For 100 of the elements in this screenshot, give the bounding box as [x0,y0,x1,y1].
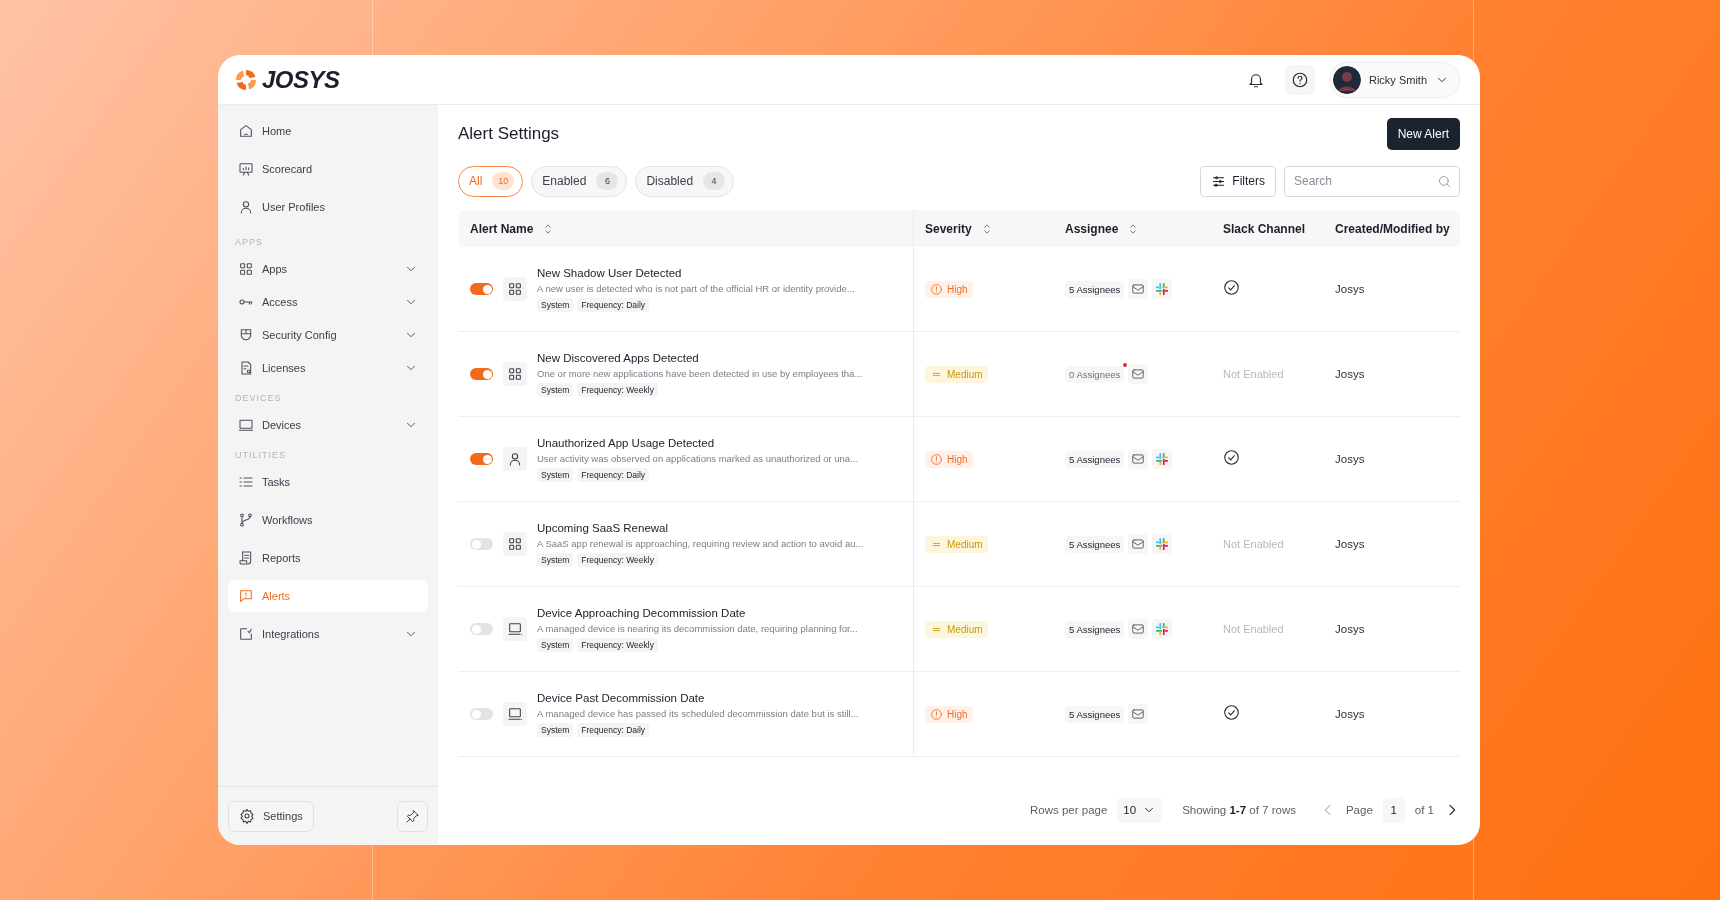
check-circle-icon [1223,703,1240,721]
tag: System [537,722,574,737]
home-icon [238,123,254,139]
help-icon [1290,70,1309,89]
help-button[interactable] [1284,64,1315,95]
column-header: Alert Name [470,221,534,236]
table-cell: Josys [1335,283,1365,295]
sidebar-item[interactable]: Workflows [228,504,428,536]
nav-section-heading: DEVICES [234,392,283,405]
avatar [1332,65,1361,94]
page-label: Page [1345,804,1373,816]
nav-section-heading: UTILITIES [234,449,287,462]
slack-logo-icon [1155,622,1170,636]
severity-label: Medium [947,368,983,380]
logo-icon [234,67,258,92]
tag: Frequency: Weekly [577,552,658,567]
search-field[interactable]: Search [1284,165,1460,197]
toggle-switch[interactable] [470,368,493,380]
column-header: Assignee [1065,221,1119,236]
sidebar-item[interactable]: Apps [228,253,428,285]
filter-tab[interactable]: Disabled 4 [635,165,735,197]
user-menu[interactable]: Ricky Smith [1328,61,1460,98]
sidebar-item[interactable]: Reports [228,542,428,574]
rows-per-page-select[interactable]: 10 [1117,797,1163,823]
shield-icon [238,327,254,343]
page-title: Alert Settings [458,124,560,144]
tag: System [537,552,574,567]
table-cell: Josys [1335,453,1365,465]
tag: System [537,637,574,652]
pin-icon [405,808,420,824]
assignee-count: 5 Assignees [1065,450,1125,468]
toggle-switch[interactable] [470,283,493,295]
exclamation-circle-icon [930,707,943,721]
count-badge: 10 [492,172,515,190]
sidebar-item[interactable]: User Profiles [228,191,428,223]
assignee-count: 5 Assignees [1065,535,1125,553]
tag: Frequency: Daily [577,722,650,737]
exclamation-circle-icon [930,282,943,296]
toggle-switch[interactable] [470,453,493,465]
assignee-count: 5 Assignees [1065,705,1125,723]
alert-description: One or more new applications have been detected in use by employees tha... [537,367,863,379]
sidebar-item[interactable]: Access [228,286,428,318]
alert-description: A new user is detected who is not part of the official HR or identity provide... [537,282,855,294]
column-header: Slack Channel [1223,221,1306,236]
table-cell: Josys [1335,368,1365,380]
alert-title: Unauthorized App Usage Detected [537,436,716,449]
alert-description: A managed device has passed its scheduled decommission date but is still... [537,707,859,719]
filters-button[interactable]: Filters [1200,165,1276,197]
alert-title: Device Approaching Decommission Date [537,606,747,619]
message-alert-icon [238,588,254,604]
tag: System [537,297,574,312]
sliders-icon [1211,173,1227,189]
exclamation-circle-icon [930,452,943,466]
toggle-switch[interactable] [470,623,493,635]
alert-description: A SaaS app renewal is approaching, requiring review and action to avoid au... [537,537,864,549]
assignee-count: 5 Assignees [1065,620,1125,638]
envelope-icon [1131,452,1146,466]
brand-name: JOSYS [262,65,340,94]
status-text: Not Enabled [1223,368,1284,380]
page-number[interactable]: 1 [1382,797,1405,823]
scroll-icon [238,550,254,566]
nav-section-heading: APPS [234,236,264,249]
table-cell: Josys [1335,538,1365,550]
new-alert-button[interactable]: New Alert [1386,118,1460,150]
envelope-icon [1131,282,1146,296]
tag: Frequency: Daily [577,297,650,312]
sidebar-item[interactable]: Scorecard [228,153,428,185]
presentation-board-icon [238,161,254,177]
column-header: Severity [925,221,972,236]
toggle-switch[interactable] [470,538,493,550]
sidebar-item[interactable]: Tasks [228,466,428,498]
filter-tab[interactable]: Enabled 6 [531,165,628,197]
settings-button[interactable]: Settings [228,800,314,832]
alert-title: New Shadow User Detected [537,266,683,279]
status-text: Not Enabled [1223,623,1284,635]
count-badge: 4 [703,172,726,190]
slack-logo-icon [1155,452,1170,466]
alert-description: User activity was observed on applications marked as unauthorized or una... [537,452,859,464]
severity-label: High [947,453,968,465]
sidebar-item[interactable]: Home [228,115,428,147]
grid-icon [238,261,254,277]
table-cell: Josys [1335,623,1365,635]
sidebar-item[interactable]: Security Config [228,319,428,351]
showing-text: Showing 1-7 of 7 rows [1182,804,1296,816]
assignee-count: 5 Assignees [1065,280,1125,298]
sidebar-item[interactable]: Integrations [228,618,428,650]
tag: System [537,467,574,482]
check-circle-icon [1223,448,1240,466]
sidebar-item[interactable]: Devices [228,409,428,441]
alert-title: Device Past Decommission Date [537,691,706,704]
envelope-icon [1131,537,1146,551]
pin-button[interactable] [397,800,428,832]
sidebar-item[interactable]: Licenses [228,352,428,384]
count-badge: 6 [596,172,619,190]
page-total: of 1 [1414,804,1434,816]
branch-icon [238,512,254,528]
alert-description: A managed device is nearing its decommission date, requiring planning for... [537,622,858,634]
toggle-switch[interactable] [470,708,493,720]
box-check-icon [238,626,254,642]
gear-icon [239,808,255,824]
